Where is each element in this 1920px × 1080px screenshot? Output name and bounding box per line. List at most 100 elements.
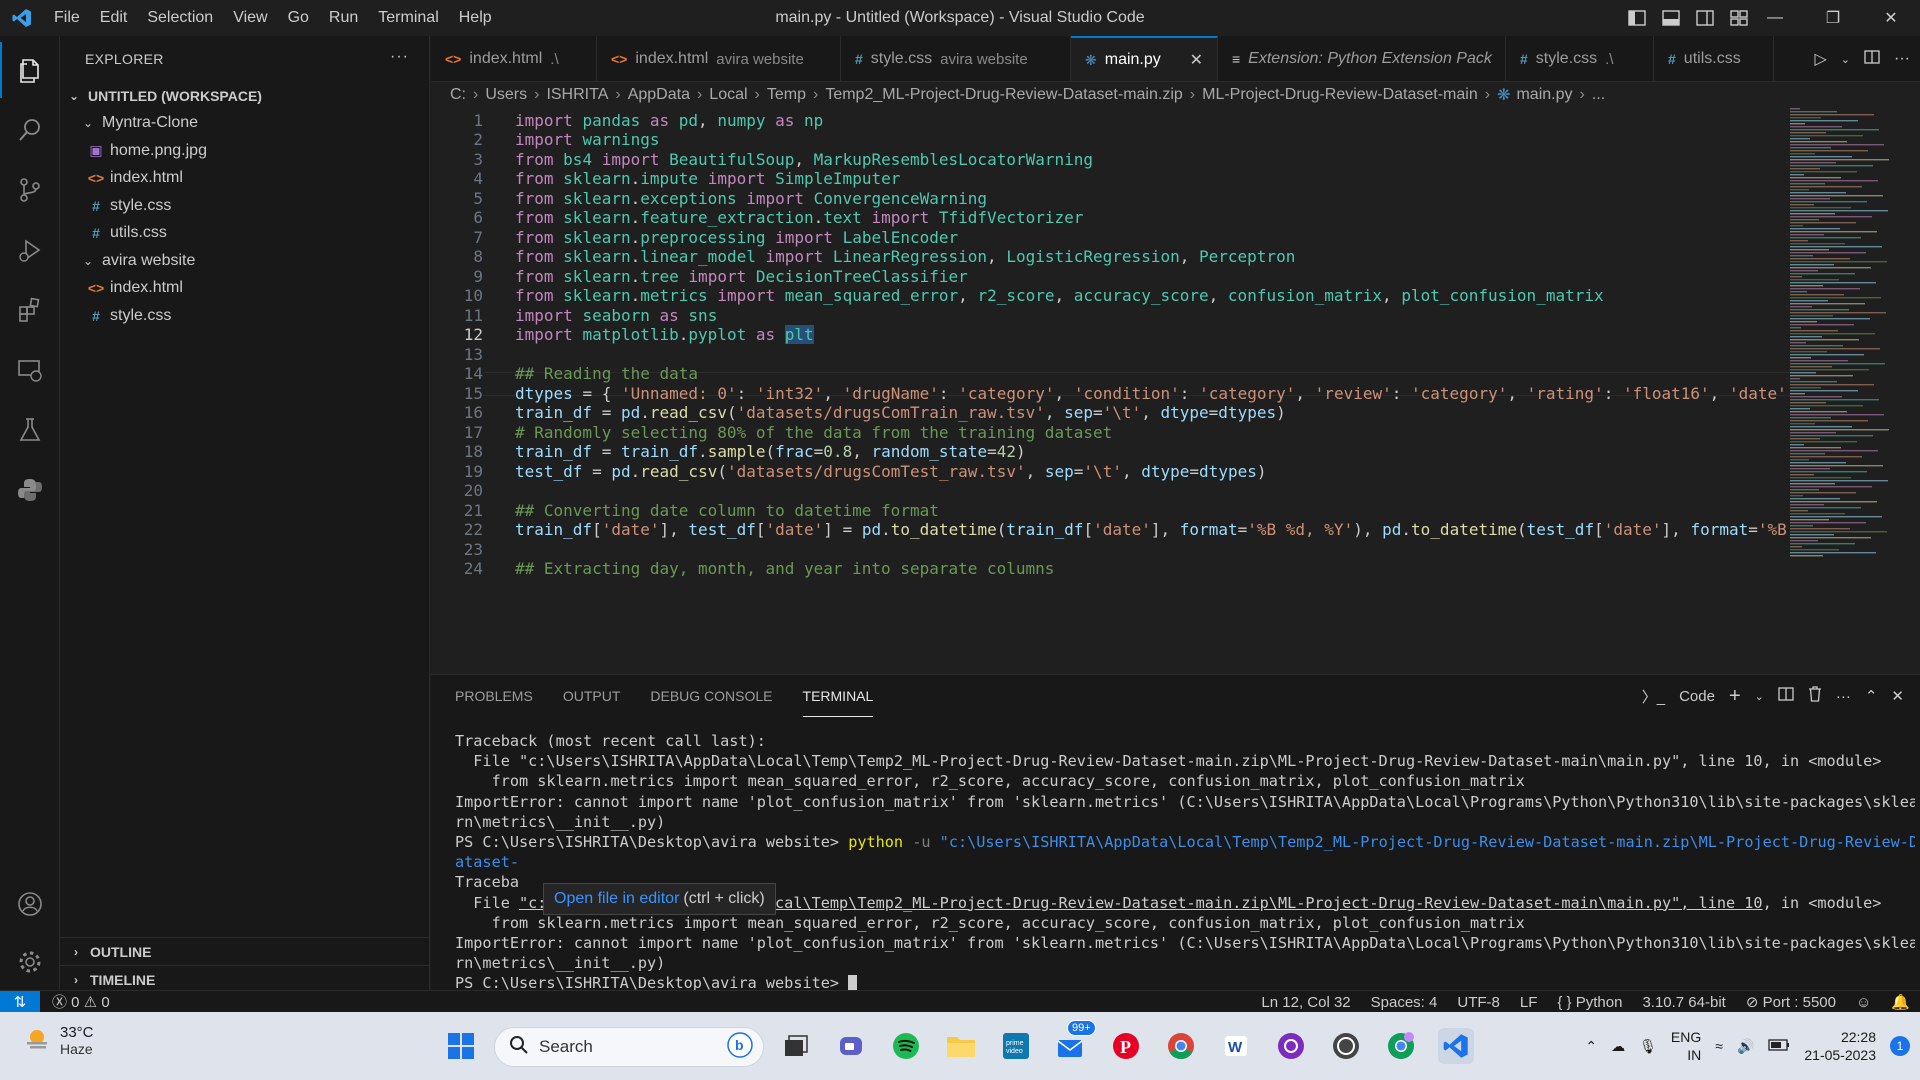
python-interpreter[interactable]: 3.10.7 64-bit (1642, 994, 1725, 1011)
more-actions-icon[interactable]: ··· (390, 48, 409, 66)
breadcrumb-item[interactable]: Users (485, 86, 527, 104)
source-control-icon[interactable] (0, 162, 60, 218)
file-index-html[interactable]: <> index.html (60, 165, 429, 193)
chevron-down-icon[interactable]: ⌄ (1841, 53, 1850, 66)
new-terminal-icon[interactable]: + (1729, 685, 1741, 708)
cursor-position[interactable]: Ln 12, Col 32 (1261, 994, 1350, 1011)
code-editor[interactable]: 1 import pandas as pd, numpy as np 2 import… (431, 108, 1920, 674)
explorer-icon[interactable] (0, 42, 60, 98)
chrome-icon[interactable] (1163, 1028, 1199, 1064)
minimap[interactable] (1790, 108, 1900, 568)
tab-output[interactable]: OUTPUT (563, 675, 621, 717)
input-language[interactable]: ENG IN (1671, 1028, 1701, 1064)
tab-utils-css[interactable]: # utils.css (1654, 36, 1774, 81)
maximize-icon[interactable]: ❐ (1804, 0, 1862, 36)
problems-status[interactable]: Ⓧ 0 ⚠ 0 (52, 991, 110, 1012)
split-terminal-icon[interactable] (1778, 687, 1794, 705)
code-line[interactable]: 19 test_df = pd.read_csv('datasets/drugsC… (431, 459, 1267, 483)
menu-selection[interactable]: Selection (137, 0, 223, 36)
media-app-icon[interactable] (1273, 1028, 1309, 1064)
remote-explorer-icon[interactable] (0, 342, 60, 398)
wifi-icon[interactable]: ≈ (1715, 1038, 1723, 1054)
toggle-sidebar-icon[interactable] (1626, 9, 1648, 27)
workspace-root[interactable]: ⌄ UNTITLED (WORKSPACE) (60, 82, 429, 110)
indentation[interactable]: Spaces: 4 (1371, 994, 1438, 1011)
link-tooltip[interactable]: Open file in editor (ctrl + click) (543, 883, 776, 915)
minimize-icon[interactable]: — (1746, 0, 1804, 36)
file-utils-css[interactable]: # utils.css (60, 220, 429, 248)
language-mode[interactable]: { } Python (1557, 994, 1622, 1011)
terminal-shell-icon[interactable]: 〉_ (1642, 686, 1665, 707)
chrome-profile-icon[interactable] (1383, 1028, 1419, 1064)
python-icon[interactable] (0, 462, 60, 518)
terminal-output[interactable]: Traceback (most recent call last): File … (455, 731, 1915, 993)
breadcrumb-item[interactable]: ... (1592, 86, 1605, 104)
breadcrumb-item[interactable]: C: (450, 86, 466, 104)
file-explorer-icon[interactable] (943, 1028, 979, 1064)
battery-icon[interactable] (1768, 1038, 1790, 1054)
close-window-icon[interactable]: ✕ (1862, 0, 1920, 36)
tab-terminal[interactable]: TERMINAL (802, 675, 874, 717)
menu-run[interactable]: Run (319, 0, 368, 36)
microphone-icon[interactable]: 🎙 (1639, 1038, 1657, 1055)
run-file-icon[interactable]: ▷ (1814, 49, 1826, 69)
breadcrumb-item[interactable]: ISHRITA (546, 86, 608, 104)
file-style-css[interactable]: # style.css (60, 192, 429, 220)
breadcrumb-item[interactable]: Local (709, 86, 747, 104)
extensions-icon[interactable] (0, 282, 60, 338)
terminal-shell-label[interactable]: Code (1679, 688, 1715, 705)
end-of-line[interactable]: LF (1520, 994, 1538, 1011)
tab-index-html[interactable]: <> index.html .\ (431, 36, 597, 81)
search-icon[interactable] (0, 102, 60, 158)
whatsapp-icon[interactable] (1328, 1028, 1364, 1064)
system-clock[interactable]: 22:28 21-05-2023 (1804, 1028, 1876, 1064)
tab-style-css-root[interactable]: # style.css .\ (1506, 36, 1654, 81)
breadcrumb-item[interactable]: AppData (628, 86, 690, 104)
chevron-down-icon[interactable]: ⌄ (1755, 690, 1764, 703)
file-avira-index-html[interactable]: <> index.html (60, 275, 429, 303)
live-server-port[interactable]: ⊘ Port : 5500 (1746, 993, 1836, 1011)
prime-video-icon[interactable]: prime video (998, 1028, 1034, 1064)
code-line[interactable]: 24 ## Extracting day, month, and year int… (431, 557, 1055, 581)
menu-file[interactable]: File (44, 0, 90, 36)
tab-style-css-avira[interactable]: # style.css avira website (841, 36, 1071, 81)
split-editor-icon[interactable] (1864, 49, 1880, 69)
spotify-icon[interactable] (888, 1028, 924, 1064)
folder-avira-website[interactable]: ⌄ avira website (60, 247, 429, 275)
folder-myntra-clone[interactable]: ⌄ Myntra-Clone (60, 110, 429, 138)
toggle-secondary-sidebar-icon[interactable] (1694, 9, 1716, 27)
teams-chat-icon[interactable] (833, 1028, 869, 1064)
notifications-bell-icon[interactable]: 🔔 (1891, 993, 1910, 1011)
breadcrumb-item[interactable]: Temp (767, 86, 806, 104)
mail-icon[interactable]: 99+ (1053, 1020, 1096, 1064)
tab-problems[interactable]: PROBLEMS (455, 675, 533, 717)
more-actions-icon[interactable]: ··· (1894, 50, 1910, 68)
breadcrumb-item[interactable]: Temp2_ML-Project-Drug-Review-Dataset-mai… (825, 86, 1182, 104)
windows-start-icon[interactable] (443, 1028, 479, 1064)
task-view-icon[interactable] (778, 1028, 814, 1064)
file-avira-style-css[interactable]: # style.css (60, 302, 429, 330)
tab-index-html-avira[interactable]: <> index.html avira website (597, 36, 841, 81)
close-tab-icon[interactable]: ✕ (1190, 50, 1203, 70)
maximize-panel-icon[interactable]: ⌃ (1865, 687, 1878, 705)
encoding[interactable]: UTF-8 (1457, 994, 1500, 1011)
remote-indicator-icon[interactable]: ⇅ (0, 990, 40, 1013)
toggle-panel-icon[interactable] (1660, 9, 1682, 27)
file-home-png[interactable]: ▣ home.png.jpg (60, 137, 429, 165)
menu-edit[interactable]: Edit (90, 0, 138, 36)
tab-extension-python-pack[interactable]: ≡ Extension: Python Extension Pack (1218, 36, 1506, 81)
weather-widget[interactable]: 33°C Haze (24, 1024, 94, 1057)
feedback-icon[interactable]: ☺ (1856, 994, 1871, 1011)
outline-section[interactable]: › OUTLINE (60, 937, 430, 965)
volume-icon[interactable]: 🔊 (1737, 1038, 1754, 1055)
run-debug-icon[interactable] (0, 222, 60, 278)
vscode-taskbar-icon[interactable] (1438, 1028, 1474, 1064)
more-actions-icon[interactable]: ··· (1836, 688, 1851, 705)
tab-main-py[interactable]: ❋ main.py ✕ (1071, 36, 1218, 81)
menu-help[interactable]: Help (449, 0, 502, 36)
breadcrumb-item[interactable]: ML-Project-Drug-Review-Dataset-main (1202, 86, 1478, 104)
settings-gear-icon[interactable] (0, 934, 60, 990)
trash-icon[interactable] (1808, 686, 1822, 706)
chevron-up-icon[interactable]: ⌃ (1585, 1038, 1597, 1055)
onedrive-cloud-icon[interactable]: ☁ (1611, 1038, 1625, 1055)
